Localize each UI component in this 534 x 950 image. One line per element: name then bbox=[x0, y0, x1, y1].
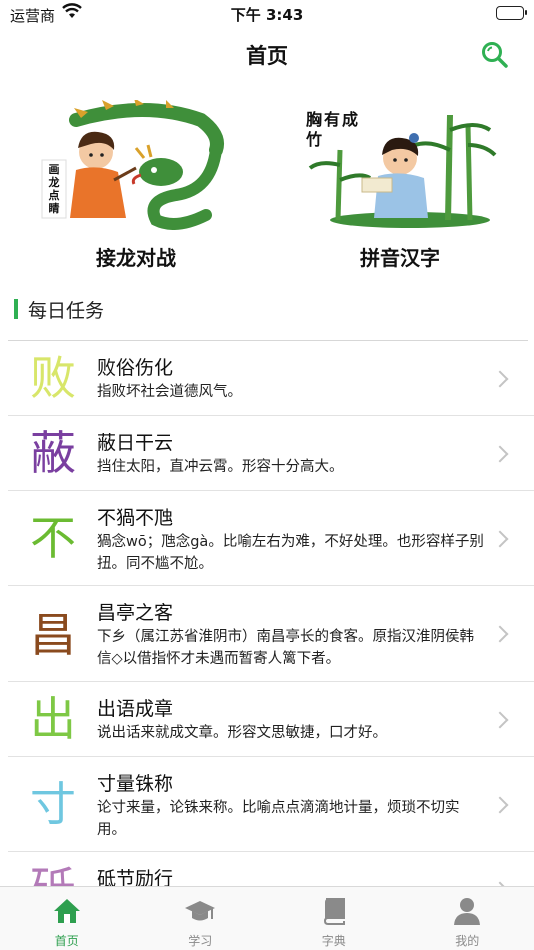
feature-art-caption: 胸有成竹 bbox=[306, 110, 361, 149]
chevron-right-icon bbox=[491, 796, 509, 814]
list-item[interactable]: 败 败俗伤化 指败坏社会道德风气。 bbox=[8, 341, 534, 416]
feature-label: 拼音汉字 bbox=[360, 246, 440, 270]
idiom-desc: 下乡（属江苏省淮阴市）南昌亭长的食客。原指汉淮阴侯韩信◇以借指怀才未遇而暂寄人篱… bbox=[97, 629, 474, 667]
page-title: 首页 bbox=[246, 44, 288, 68]
feature-card-dragon-battle[interactable]: 画龙点睛 接龙对战 bbox=[36, 98, 236, 275]
idiom-desc: 猧念wō；虺念gà。比喻左右为难，不好处理。也形容样子别扭。同不尴不尬。 bbox=[97, 534, 484, 572]
person-icon bbox=[451, 896, 483, 926]
idiom-char: 砥 bbox=[22, 866, 84, 886]
chevron-right-icon bbox=[491, 711, 509, 729]
idiom-desc: 指败坏社会道德风气。 bbox=[97, 384, 242, 400]
idiom-title: 败俗伤化 bbox=[97, 357, 174, 379]
status-bar: 运营商 下午 3:43 bbox=[0, 0, 534, 28]
idiom-desc: 论寸来量，论铢来称。比喻点点滴滴地计量，烦琐不切实用。 bbox=[97, 800, 460, 838]
idiom-char: 不 bbox=[30, 511, 76, 565]
chevron-right-icon bbox=[491, 530, 509, 548]
idiom-title: 不猧不虺 bbox=[97, 507, 174, 529]
idiom-desc: 挡住太阳，直冲云霄。形容十分高大。 bbox=[97, 459, 344, 475]
battery-icon bbox=[496, 6, 527, 20]
tab-bar: 首页 学习 字典 我的 bbox=[0, 886, 534, 950]
idiom-title: 砥节励行 bbox=[97, 868, 174, 886]
list-item[interactable]: 寸 寸量铢称 论寸来量，论铢来称。比喻点点滴滴地计量，烦琐不切实用。 bbox=[8, 757, 534, 852]
idiom-char: 败 bbox=[30, 351, 76, 405]
tab-study[interactable]: 学习 bbox=[134, 887, 268, 950]
list-item[interactable]: 不 不猧不虺 猧念wō；虺念gà。比喻左右为难，不好处理。也形容样子别扭。同不尴… bbox=[8, 491, 534, 586]
list-item[interactable]: 昌 昌亭之客 下乡（属江苏省淮阴市）南昌亭长的食客。原指汉淮阴侯韩信◇以借指怀才… bbox=[8, 586, 534, 682]
graduation-cap-icon bbox=[184, 896, 216, 926]
idiom-title: 寸量铢称 bbox=[97, 773, 174, 795]
idiom-char: 昌 bbox=[30, 608, 76, 662]
feature-card-pinyin-hanzi[interactable]: 胸有成竹 拼音汉字 bbox=[300, 100, 500, 275]
tab-profile[interactable]: 我的 bbox=[401, 887, 534, 950]
tab-label: 我的 bbox=[455, 934, 480, 948]
list-item[interactable]: 出 出语成章 说出话来就成文章。形容文思敏捷，口才好。 bbox=[8, 682, 534, 757]
tab-label: 字典 bbox=[321, 934, 346, 948]
list-item[interactable]: 蔽 蔽日干云 挡住太阳，直冲云霄。形容十分高大。 bbox=[8, 416, 534, 491]
dragon-illustration: 画龙点睛 bbox=[36, 98, 236, 230]
idiom-char: 出 bbox=[30, 692, 76, 746]
idiom-char: 蔽 bbox=[30, 426, 76, 480]
book-icon bbox=[318, 896, 350, 926]
feature-label: 接龙对战 bbox=[96, 246, 176, 270]
idiom-desc: 说出话来就成文章。形容文思敏捷，口才好。 bbox=[97, 725, 387, 741]
section-title: 每日任务 bbox=[28, 299, 105, 322]
list-item[interactable]: 砥 砥节励行 bbox=[8, 852, 534, 886]
chevron-right-icon bbox=[491, 445, 509, 463]
task-list: 败 败俗伤化 指败坏社会道德风气。 蔽 蔽日干云 挡住太阳，直冲云霄。形容十分高… bbox=[0, 341, 534, 886]
section-header: 每日任务 bbox=[14, 296, 104, 322]
search-icon[interactable] bbox=[480, 40, 510, 70]
idiom-title: 昌亭之客 bbox=[97, 602, 174, 624]
idiom-title: 蔽日干云 bbox=[97, 432, 174, 454]
feature-art-caption: 画龙点睛 bbox=[48, 163, 60, 215]
tab-label: 学习 bbox=[188, 934, 213, 948]
bamboo-illustration: 胸有成竹 bbox=[300, 100, 500, 230]
idiom-char: 寸 bbox=[30, 777, 76, 831]
home-icon bbox=[51, 896, 83, 926]
nav-bar: 首页 bbox=[0, 28, 534, 80]
tab-label: 首页 bbox=[54, 934, 79, 948]
tab-dictionary[interactable]: 字典 bbox=[267, 887, 401, 950]
idiom-title: 出语成章 bbox=[97, 698, 174, 720]
clock: 下午 3:43 bbox=[230, 6, 304, 24]
chevron-right-icon bbox=[491, 370, 509, 388]
chevron-right-icon bbox=[491, 625, 509, 643]
tab-home[interactable]: 首页 bbox=[0, 887, 134, 950]
section-accent-bar bbox=[14, 299, 18, 319]
